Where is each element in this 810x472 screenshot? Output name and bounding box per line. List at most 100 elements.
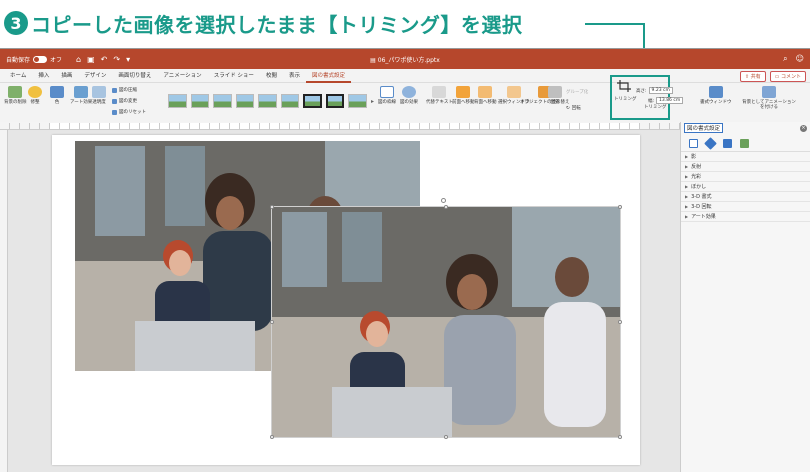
tab-home[interactable]: ホーム [4, 69, 32, 83]
pane-section-soft-edges[interactable]: ▶ ぼかし [681, 182, 810, 192]
bring-forward-label: 前面へ移動 [452, 100, 475, 105]
resize-handle-t[interactable] [444, 205, 448, 209]
transparency-button[interactable]: 透明度 [92, 86, 106, 105]
pane-section-label: ぼかし [691, 184, 707, 190]
rotate-button[interactable]: ↻ 回転 [566, 105, 581, 112]
tab-animations[interactable]: アニメーション [157, 69, 207, 83]
quick-access-toolbar: ⌂ ▣ ↶ ↷ ▾ [76, 55, 130, 64]
remove-background-icon [8, 86, 23, 98]
group-button[interactable]: グループ化 [566, 89, 588, 95]
screenshot: 3 コピーした画像を選択したまま【トリミング】を選択 自動保存 オフ ⌂ ▣ ↶… [0, 0, 810, 472]
file-icon: ▤ [370, 56, 378, 64]
close-icon[interactable]: × [800, 124, 807, 132]
resize-handle-tl[interactable] [270, 205, 274, 209]
fill-line-icon[interactable] [689, 139, 698, 148]
animate-as-background-button[interactable]: 背景としてアニメーションを付ける [740, 86, 798, 111]
compress-pictures-button[interactable]: 図の圧縮 [112, 87, 137, 93]
comment-button[interactable]: ▭ コメント [769, 71, 806, 82]
picture-effects-button[interactable]: 図の効果 [400, 86, 418, 105]
picture-style-7[interactable] [303, 94, 322, 108]
reset-picture-button[interactable]: 図のリセット [112, 109, 146, 115]
align-label: 配置 [550, 100, 560, 105]
remove-background-button[interactable]: 背景の削除 [4, 86, 27, 105]
artistic-effects-button[interactable]: アート効果 [70, 86, 92, 105]
crop-button[interactable]: トリミング [614, 96, 637, 102]
autosave-label: 自動保存 [6, 56, 31, 64]
pane-section-3d-format[interactable]: ▶ 3-D 書式 [681, 192, 810, 202]
pane-section-glow[interactable]: ▶ 光彩 [681, 172, 810, 182]
picture-style-5[interactable] [258, 94, 277, 108]
title-bar: 自動保存 オフ ⌂ ▣ ↶ ↷ ▾ ▤ 06_パワポ使い方.pptx ⌕ ☺ [0, 49, 810, 69]
search-icon[interactable]: ⌕ [783, 54, 787, 64]
send-backward-button[interactable]: 背面へ移動 [474, 86, 497, 105]
home-icon[interactable]: ⌂ [76, 55, 81, 64]
rotate-handle[interactable] [441, 198, 446, 203]
resize-handle-r[interactable] [618, 320, 622, 324]
pane-section-shadow[interactable]: ▶ 影 [681, 152, 810, 162]
expand-icon: ▶ [685, 164, 689, 169]
slide-canvas[interactable] [52, 135, 640, 465]
picture-style-3[interactable] [213, 94, 232, 108]
picture-style-1[interactable] [168, 94, 187, 108]
picture-style-2[interactable] [190, 94, 210, 108]
animate-background-icon [762, 86, 776, 98]
undo-icon[interactable]: ↶ [101, 55, 108, 64]
tab-slideshow[interactable]: スライド ショー [208, 69, 260, 83]
pane-section-label: 影 [691, 154, 697, 160]
transparency-icon [92, 86, 106, 98]
tab-review[interactable]: 校閲 [260, 69, 283, 83]
resize-handle-br[interactable] [618, 435, 622, 439]
height-label: 高さ: [636, 88, 647, 94]
smiley-icon[interactable]: ☺ [796, 54, 804, 64]
picture-border-label: 図の枠線 [378, 100, 396, 105]
picture-style-6[interactable] [280, 94, 300, 108]
pane-section-reflection[interactable]: ▶ 反射 [681, 162, 810, 172]
color-icon [50, 86, 64, 98]
picture-style-8[interactable] [325, 94, 345, 108]
tab-transitions[interactable]: 画面切り替え [112, 69, 157, 83]
autosave[interactable]: 自動保存 オフ [6, 55, 62, 64]
pane-section-3d-rotation[interactable]: ▶ 3-D 回転 [681, 202, 810, 212]
corrections-label: 修整 [30, 100, 40, 105]
pane-section-artistic-effects[interactable]: ▶ アート効果 [681, 212, 810, 222]
copied-photo-selected[interactable] [271, 206, 621, 438]
corrections-button[interactable]: 修整 [28, 86, 42, 105]
gallery-more-icon[interactable]: ▸ [371, 98, 374, 105]
picture-style-4[interactable] [235, 94, 255, 108]
reorder-objects-button[interactable]: オブジェクトの並べ替え [520, 86, 570, 105]
resize-handle-bl[interactable] [270, 435, 274, 439]
picture-style-9[interactable] [348, 94, 368, 108]
tab-draw[interactable]: 描画 [55, 69, 78, 83]
tab-picture-format[interactable]: 図の書式設定 [305, 69, 351, 83]
change-picture-button[interactable]: 図の変更 [112, 98, 137, 104]
pane-section-label: 反射 [691, 164, 702, 170]
crop-dropdown-label[interactable]: トリミング [644, 104, 667, 110]
resize-handle-l[interactable] [270, 320, 274, 324]
compress-label: 図の圧縮 [119, 88, 137, 93]
picture-border-icon [380, 86, 394, 98]
format-pane-button[interactable]: 書式ウィンドウ [700, 86, 732, 105]
expand-icon: ▶ [685, 214, 689, 219]
tab-insert[interactable]: 挿入 [32, 69, 55, 83]
autosave-toggle[interactable] [33, 55, 48, 63]
resize-handle-b[interactable] [444, 435, 448, 439]
save-icon[interactable]: ▣ [87, 55, 95, 64]
tab-view[interactable]: 表示 [283, 69, 306, 83]
more-icon[interactable]: ▾ [126, 55, 130, 64]
redo-icon[interactable]: ↷ [113, 55, 120, 64]
resize-handle-tr[interactable] [618, 205, 622, 209]
align-button[interactable]: 配置 [548, 86, 562, 105]
alt-text-button[interactable]: 代替テキスト [426, 86, 453, 105]
picture-border-button[interactable]: 図の枠線 [378, 86, 396, 105]
size-properties-icon[interactable] [723, 139, 732, 148]
expand-icon: ▶ [685, 194, 689, 199]
color-button[interactable]: 色 [50, 86, 64, 105]
height-input[interactable]: 9.23 cm [648, 87, 673, 94]
picture-icon[interactable] [740, 139, 749, 148]
share-button[interactable]: ⇪ 共有 [739, 71, 766, 82]
tab-design[interactable]: デザイン [78, 69, 112, 83]
crop-icon[interactable] [617, 80, 631, 92]
bring-forward-button[interactable]: 前面へ移動 [452, 86, 475, 105]
effects-icon[interactable] [704, 137, 717, 150]
width-input[interactable]: 13.86 cm [656, 97, 684, 104]
